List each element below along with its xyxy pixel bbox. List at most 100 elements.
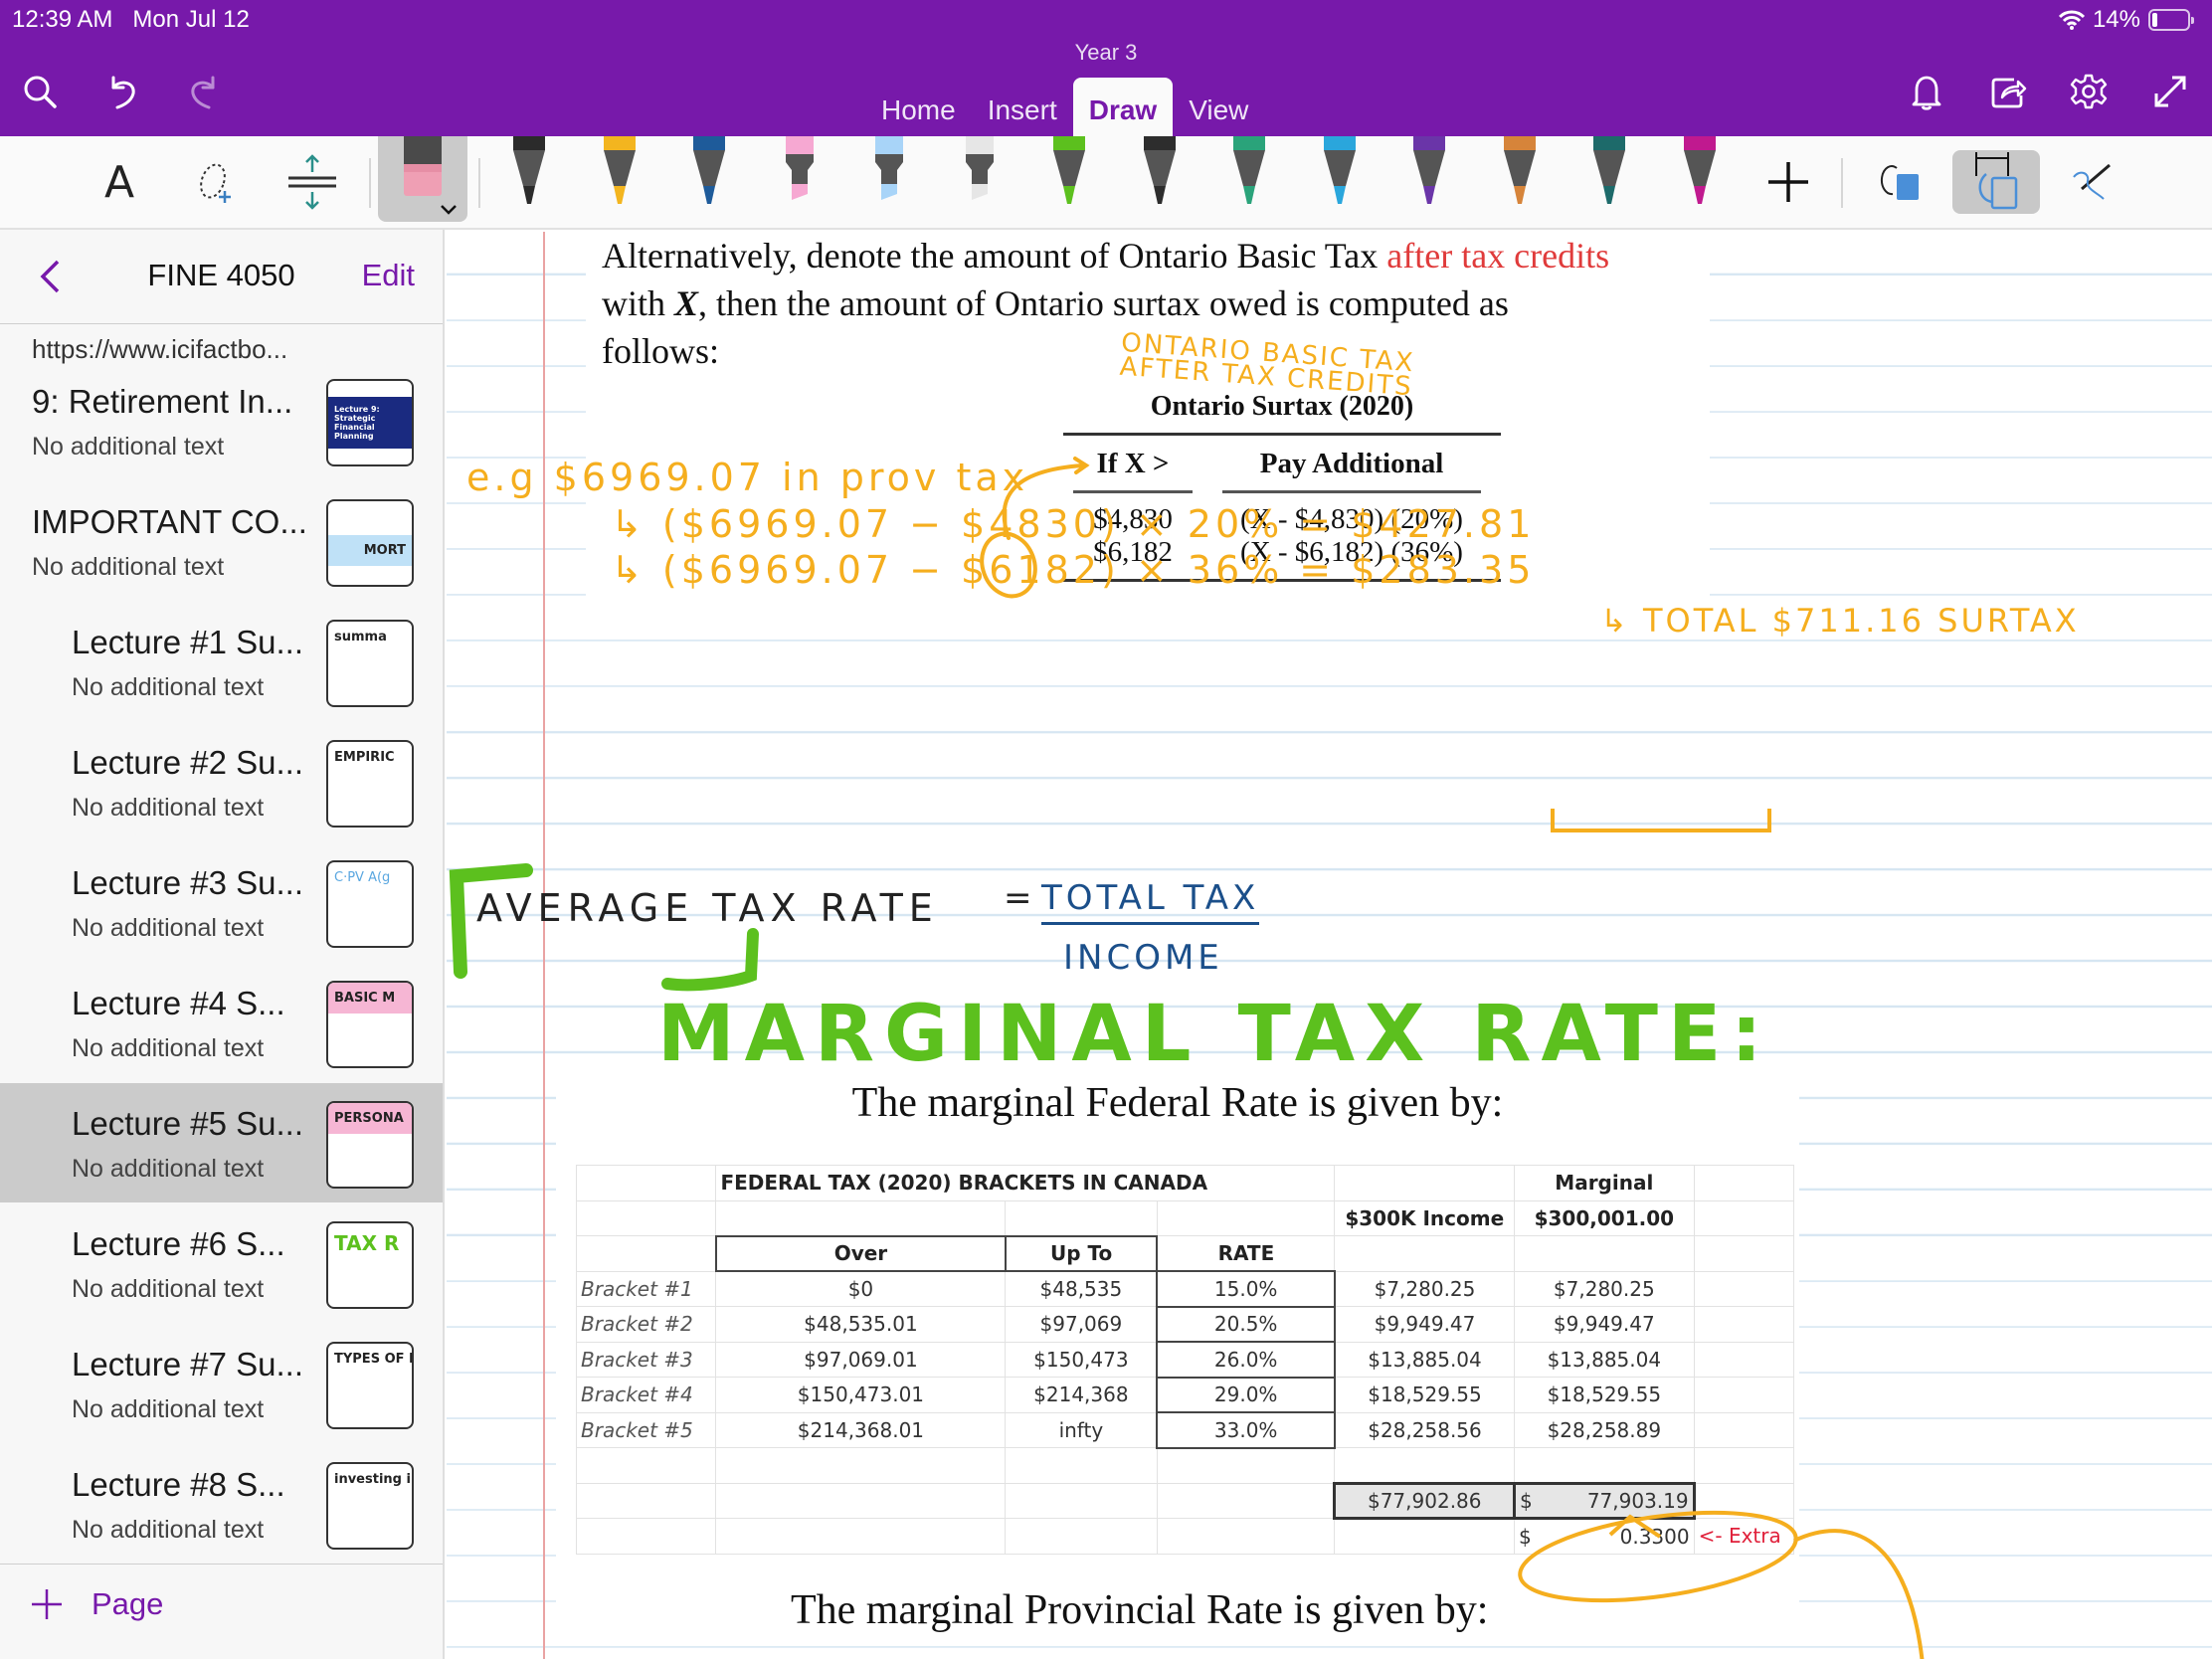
page-title: Lecture #3 Su... (72, 864, 303, 901)
page-list-item[interactable]: Lecture #5 Su... No additional text PERSON… (0, 1083, 443, 1202)
ink-replay-button[interactable] (2063, 136, 2122, 228)
pen-icon (1413, 136, 1445, 204)
bracket-rows: Bracket #1 $0 $48,535 15.0% $7,280.25 $7,280.… (575, 1270, 1795, 1449)
cell (1693, 1341, 1795, 1378)
tab-draw[interactable]: Draw (1072, 78, 1174, 136)
lasso-select-button[interactable] (187, 136, 247, 228)
ink-to-shape-button[interactable] (1870, 136, 1930, 228)
pen-icon (875, 136, 903, 200)
page-subtitle: No additional text (32, 553, 225, 581)
page-subtitle: No additional text (72, 914, 265, 942)
ink-arrow (1608, 1514, 1662, 1539)
black-pencil[interactable] (1138, 136, 1182, 216)
note-canvas[interactable]: Alternatively, denote the amount of Onta… (447, 232, 2212, 1659)
bracket-up-to: infty (1005, 1411, 1158, 1448)
sidebar-header: FINE 4050 Edit (0, 230, 443, 324)
page-subtitle: No additional text (72, 1395, 265, 1423)
plus-icon (32, 1589, 62, 1619)
cell (575, 1447, 717, 1484)
pen-icon (965, 136, 994, 200)
federal-table-title: FEDERAL TAX (2020) BRACKETS IN CANADA (715, 1165, 1336, 1201)
cell (1693, 1165, 1795, 1201)
lasso-select-icon (200, 163, 231, 203)
document-title: Year 3 (1074, 40, 1138, 65)
rainbow-pen[interactable] (1227, 136, 1271, 216)
text-mode-button[interactable]: A (90, 136, 149, 228)
page-list-item[interactable]: Lecture #3 Su... No additional text C·PV A… (0, 842, 443, 962)
cell (715, 1199, 1007, 1236)
tab-view[interactable]: View (1173, 78, 1264, 136)
thumbnail-text: Lecture 9: Strategic Financial Planning (328, 397, 412, 449)
page-list-item[interactable]: Lecture #8 S... No additional text investi… (0, 1444, 443, 1564)
undo-icon (111, 76, 135, 109)
ink-bracket (1551, 809, 1771, 832)
edit-button[interactable]: Edit (362, 258, 415, 293)
insert-space-button[interactable] (282, 136, 342, 228)
cell (1334, 1165, 1516, 1201)
gear-icon (2070, 74, 2108, 109)
add-pen-button[interactable] (1760, 136, 1816, 228)
eraser-tool[interactable] (378, 136, 467, 222)
page-thumbnail: BASIC M (326, 981, 414, 1068)
share-button[interactable] (1984, 68, 2032, 115)
page-thumbnail: summa (326, 620, 414, 707)
cell (1334, 1235, 1516, 1272)
average-rate-label: AVERAGE TAX RATE (476, 886, 939, 930)
white-highlighter[interactable] (958, 136, 1002, 216)
cyan-pen[interactable] (1318, 136, 1362, 216)
settings-button[interactable] (2065, 68, 2113, 115)
cell (1334, 1447, 1516, 1484)
ruler-button[interactable] (1952, 150, 2040, 214)
cell (1005, 1199, 1158, 1236)
bracket-tax-marginal: $18,529.55 (1514, 1377, 1695, 1413)
green-pen[interactable] (1047, 136, 1091, 216)
page-subtitle: No additional text (32, 433, 225, 461)
cell (1156, 1199, 1336, 1236)
blue-pen[interactable] (687, 136, 731, 216)
ruler-icon (1975, 152, 2018, 210)
page-thumbnail: EMPIRIC (326, 740, 414, 828)
bronze-pen[interactable] (1498, 136, 1542, 216)
bracket-tax-marginal: $7,280.25 (1514, 1270, 1695, 1307)
page-list-item[interactable]: 9: Retirement In... No additional text Lec… (0, 361, 443, 480)
page-title: IMPORTANT CO... (32, 503, 307, 540)
bracket-over: $214,368.01 (715, 1411, 1007, 1448)
page-list-item[interactable]: Lecture #2 Su... No additional text EMPIRI… (0, 722, 443, 841)
page-thumbnail: TYPES OF R (326, 1342, 414, 1429)
bracket-row: Bracket #5 $214,368.01 infty 33.0% $28,258.5… (575, 1411, 1795, 1449)
redo-button[interactable] (179, 68, 227, 115)
page-thumbnail: PERSONA (326, 1101, 414, 1189)
notifications-button[interactable] (1903, 68, 1950, 115)
fullscreen-button[interactable] (2146, 68, 2194, 115)
magenta-pen[interactable] (1678, 136, 1722, 216)
page-subtitle: No additional text (72, 1034, 265, 1062)
page-list-item[interactable]: Lecture #1 Su... No additional text summa (0, 602, 443, 721)
search-button[interactable] (16, 68, 64, 115)
page-title: Lecture #7 Su... (72, 1346, 303, 1382)
page-title: Lecture #8 S... (72, 1466, 285, 1503)
ink-to-shape-icon (1880, 165, 1919, 200)
light-blue-highlighter[interactable] (867, 136, 911, 216)
page-list-item[interactable]: IMPORTANT CO... No additional text MORT (0, 481, 443, 601)
pen-icon (785, 136, 814, 200)
sheet-column-header-row: Over Up To RATE (575, 1234, 1795, 1272)
thumbnail-text: MORT (328, 535, 412, 566)
bracket-rate: 29.0% (1156, 1376, 1336, 1413)
add-page-button[interactable]: Page (30, 1586, 163, 1622)
battery-percent: 14% (2092, 6, 2140, 33)
pink-highlighter[interactable] (778, 136, 822, 216)
bracket-tax-300k: $7,280.25 (1334, 1270, 1516, 1307)
yellow-pen[interactable] (598, 136, 642, 216)
tab-home[interactable]: Home (865, 78, 972, 136)
eraser-icon (404, 136, 457, 215)
page-list-item[interactable]: Lecture #7 Su... No additional text TYPES … (0, 1324, 443, 1443)
page-list-item[interactable]: Lecture #6 S... No additional text TAX R (0, 1203, 443, 1323)
tab-insert[interactable]: Insert (972, 78, 1073, 136)
bracket-label: Bracket #2 (575, 1306, 717, 1343)
undo-button[interactable] (99, 68, 147, 115)
black-pen[interactable] (507, 136, 551, 216)
page-list-item[interactable]: Lecture #4 S... No additional text BASIC M (0, 963, 443, 1082)
teal-galaxy-pen[interactable] (1587, 136, 1631, 216)
toolbar-divider (478, 158, 480, 208)
purple-pen[interactable] (1407, 136, 1451, 216)
